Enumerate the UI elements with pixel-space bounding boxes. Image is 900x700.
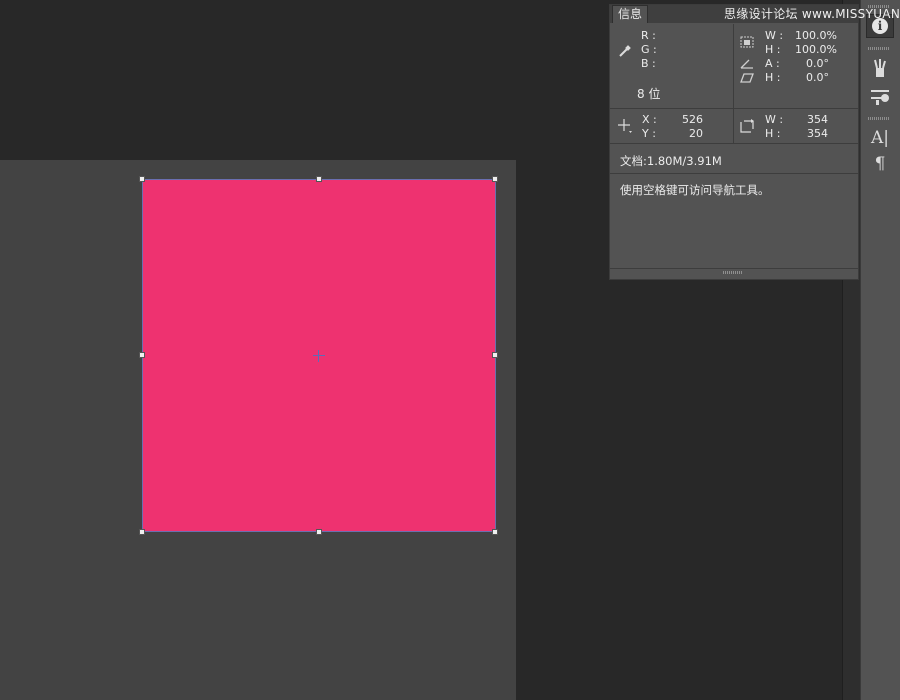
brush-settings-icon <box>871 90 889 105</box>
angle-icon <box>739 57 755 71</box>
brush-presets-icon <box>874 59 886 77</box>
divider <box>610 108 858 109</box>
divider <box>733 24 734 108</box>
scale-icon <box>739 35 755 49</box>
height-value: 354 <box>807 127 828 140</box>
character-icon: A| <box>870 128 889 148</box>
transform-handle-top-right[interactable] <box>492 176 498 182</box>
tab-info[interactable]: 信息 <box>612 5 648 23</box>
dock-grip[interactable] <box>868 117 890 120</box>
x-value: 526 <box>682 113 703 126</box>
divider <box>610 173 858 174</box>
height-label: H : <box>765 127 781 140</box>
transform-handle-right[interactable] <box>492 352 498 358</box>
transform-handle-left[interactable] <box>139 352 145 358</box>
bit-depth: 8 位 <box>637 87 661 101</box>
y-value: 20 <box>689 127 703 140</box>
skew-value: 0.0° <box>806 71 829 84</box>
paragraph-icon: ¶ <box>874 154 886 174</box>
divider <box>733 109 734 143</box>
tool-hint: 使用空格键可访问导航工具。 <box>620 183 770 197</box>
x-label: X : <box>642 113 657 126</box>
scale-w-label: W : <box>765 29 784 42</box>
skew-label: H : <box>765 71 781 84</box>
transform-handle-top[interactable] <box>316 176 322 182</box>
transform-center-point-icon[interactable] <box>313 350 325 362</box>
scale-w-value: 100.0% <box>795 29 837 42</box>
paragraph-panel-button[interactable]: ¶ <box>866 152 894 176</box>
g-label: G : <box>641 43 657 56</box>
character-panel-button[interactable]: A| <box>866 126 894 150</box>
crosshair-icon <box>617 119 633 133</box>
dimensions-icon <box>739 119 755 133</box>
brush-settings-button[interactable] <box>866 84 894 108</box>
scale-h-value: 100.0% <box>795 43 837 56</box>
transform-handle-bottom[interactable] <box>316 529 322 535</box>
width-value: 354 <box>807 113 828 126</box>
dock-grip[interactable] <box>868 47 890 50</box>
r-label: R : <box>641 29 656 42</box>
transform-handle-top-left[interactable] <box>139 176 145 182</box>
y-label: Y : <box>642 127 656 140</box>
divider <box>610 268 858 269</box>
document-size: 文档:1.80M/3.91M <box>620 154 722 168</box>
transform-handle-bottom-left[interactable] <box>139 529 145 535</box>
divider <box>610 143 858 144</box>
width-label: W : <box>765 113 784 126</box>
angle-value: 0.0° <box>806 57 829 70</box>
panel-resize-grip[interactable] <box>723 271 743 274</box>
watermark: 思缘设计论坛 www.MISSYUAN.COM <box>724 7 900 21</box>
skew-icon <box>739 71 755 85</box>
b-label: B : <box>641 57 656 70</box>
brush-presets-button[interactable] <box>866 56 894 80</box>
scale-h-label: H : <box>765 43 781 56</box>
transform-handle-bottom-right[interactable] <box>492 529 498 535</box>
angle-label: A : <box>765 57 780 70</box>
eyedropper-icon <box>617 44 633 58</box>
